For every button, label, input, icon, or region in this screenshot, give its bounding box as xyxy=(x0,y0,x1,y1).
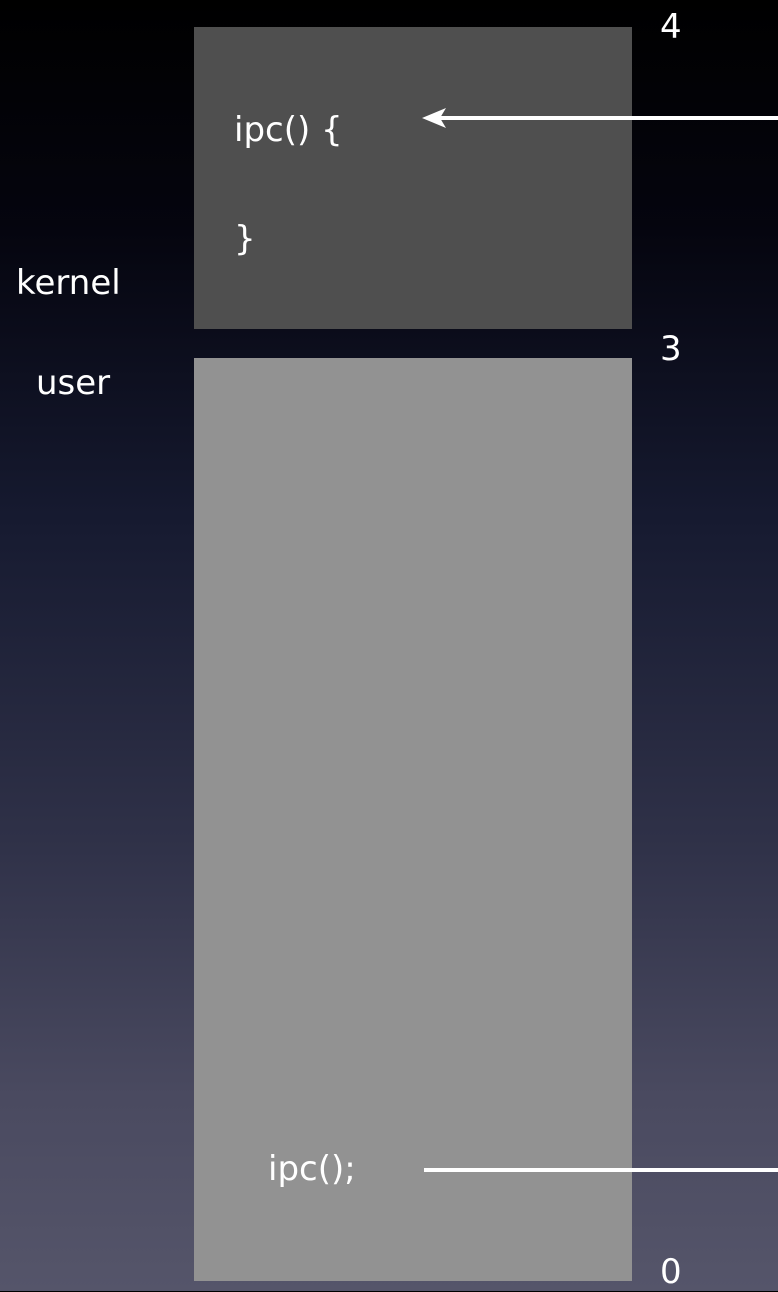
call-arrows xyxy=(422,108,778,1172)
